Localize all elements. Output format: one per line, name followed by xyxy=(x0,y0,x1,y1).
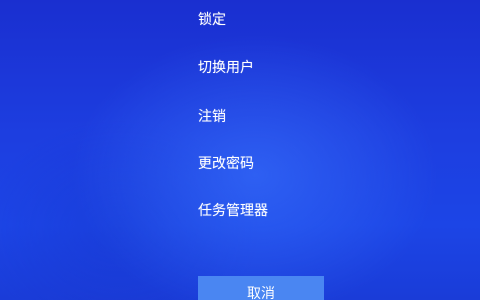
menu-item-task-manager[interactable]: 任务管理器 xyxy=(198,199,268,223)
menu-item-switch-user[interactable]: 切换用户 xyxy=(198,56,254,80)
ctrl-alt-del-screen: 锁定 切换用户 注销 更改密码 任务管理器 取消 xyxy=(0,0,480,300)
menu-item-lock[interactable]: 锁定 xyxy=(198,8,226,32)
cancel-button[interactable]: 取消 xyxy=(198,276,324,300)
cancel-button-label: 取消 xyxy=(247,286,275,300)
menu-item-change-password[interactable]: 更改密码 xyxy=(198,152,254,176)
menu-item-sign-out[interactable]: 注销 xyxy=(198,105,226,129)
